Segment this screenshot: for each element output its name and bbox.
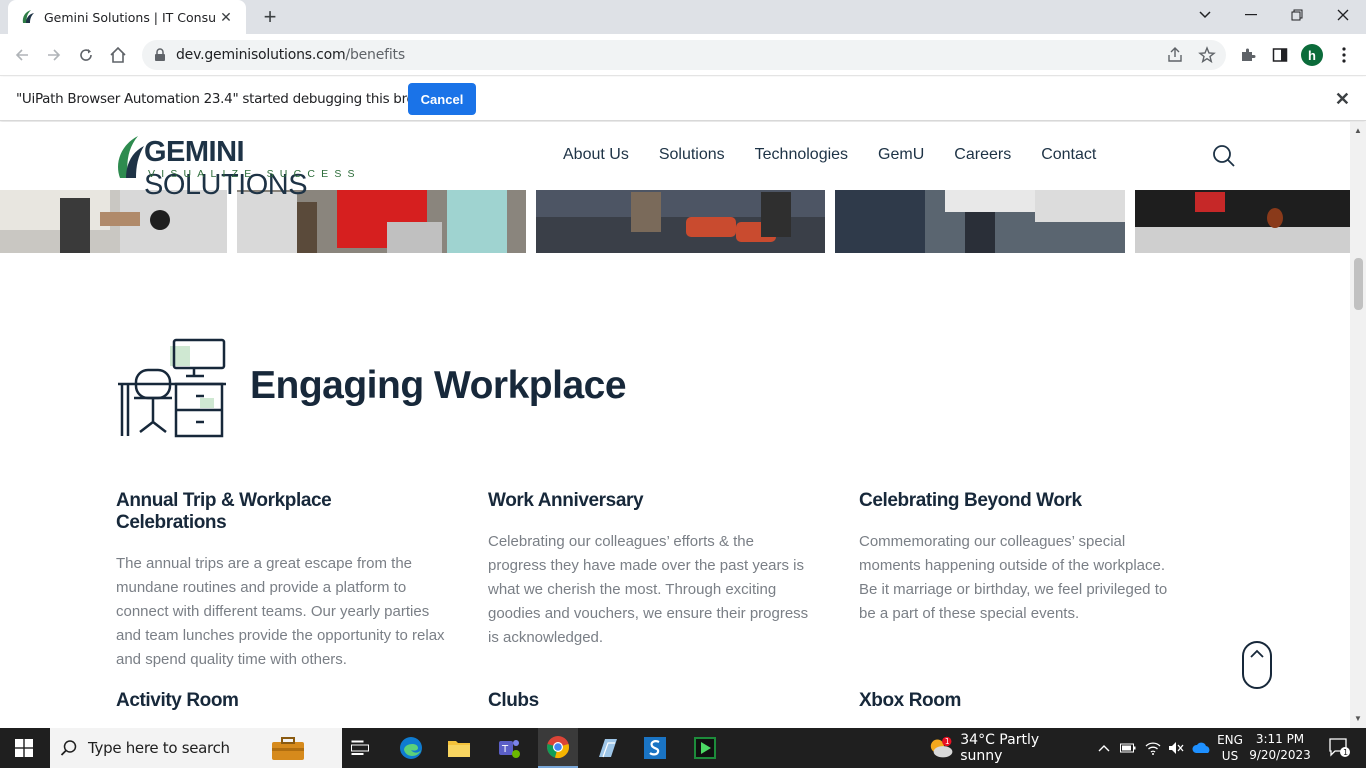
task-view-icon[interactable] [342, 728, 378, 768]
clock-date: 9/20/2023 [1249, 748, 1311, 762]
weather-widget[interactable]: 1 34°C Partly sunny [928, 728, 1078, 768]
browser-toolbar: dev.geminisolutions.com/benefits h [0, 34, 1366, 76]
share-icon[interactable] [1166, 46, 1184, 64]
scrollbar-thumb[interactable] [1354, 258, 1363, 310]
extensions-puzzle-icon[interactable] [1236, 43, 1260, 67]
svg-text:T: T [501, 744, 509, 755]
partly-sunny-icon: 1 [930, 736, 953, 758]
input-language-indicator[interactable]: ENG US [1214, 728, 1246, 768]
scroll-down-arrow-icon[interactable]: ▼ [1354, 714, 1362, 723]
nav-contact[interactable]: Contact [1041, 146, 1096, 164]
benefit-card-celebrating-beyond-work: Celebrating Beyond Work Commemorating ou… [859, 490, 1177, 626]
tab-close-icon[interactable]: ✕ [216, 7, 236, 27]
notification-center-icon[interactable]: 1 [1320, 728, 1360, 768]
taskbar-search-placeholder: Type here to search [88, 739, 230, 757]
site-header: GEMINI SOLUTIONS VISUALIZE SUCCESS About… [0, 122, 1350, 201]
infobar-message: "UiPath Browser Automation 23.4" started… [16, 91, 446, 107]
infobar-close-icon[interactable]: ✕ [1335, 89, 1350, 110]
chevron-up-icon [1250, 649, 1264, 658]
uipath-studio-icon[interactable] [636, 728, 674, 768]
logo-wordmark-primary: GEMINI [144, 136, 245, 168]
forward-arrow-icon[interactable] [42, 43, 66, 67]
side-panel-icon[interactable] [1268, 43, 1292, 67]
benefit-card-heading: Celebrating Beyond Work [859, 490, 1082, 511]
benefit-card-heading: Work Anniversary [488, 490, 644, 511]
teams-icon[interactable]: T [490, 728, 528, 768]
nav-gemu[interactable]: GemU [878, 146, 924, 164]
window-close-icon[interactable] [1320, 0, 1366, 30]
page-scrollbar[interactable]: ▲ ▼ [1350, 122, 1366, 728]
profile-avatar[interactable]: h [1300, 43, 1324, 67]
tab-search-chevron-icon[interactable] [1182, 0, 1228, 30]
taskbar-search-box[interactable]: Type here to search [50, 728, 342, 768]
new-tab-button[interactable]: + [256, 4, 284, 29]
main-nav: About Us Solutions Technologies GemU Car… [548, 146, 1111, 164]
benefit-heading-xbox-room: Xbox Room [859, 690, 961, 711]
nav-technologies[interactable]: Technologies [755, 146, 848, 164]
clock-time: 3:11 PM [1255, 732, 1305, 746]
windows-start-icon[interactable] [0, 728, 48, 768]
chrome-taskbar-icon[interactable] [538, 728, 578, 768]
weather-badge: 1 [945, 737, 950, 746]
taskbar-clock[interactable]: 3:11 PM 9/20/2023 [1248, 731, 1312, 763]
lock-icon[interactable] [154, 48, 166, 62]
site-search-icon[interactable] [1212, 144, 1236, 168]
browser-tab-active[interactable]: Gemini Solutions | IT Consulting ✕ [8, 0, 246, 34]
show-hidden-icons-chevron-icon[interactable] [1094, 728, 1114, 768]
nav-about-us[interactable]: About Us [563, 146, 629, 164]
restore-icon[interactable] [1274, 0, 1320, 30]
edge-browser-icon[interactable] [392, 728, 430, 768]
url-domain: dev.geminisolutions.com [176, 47, 346, 63]
briefcase-highlight-icon [271, 737, 304, 760]
language-code: ENG [1217, 733, 1243, 747]
benefit-heading-clubs: Clubs [488, 690, 539, 711]
onedrive-cloud-icon[interactable] [1190, 728, 1214, 768]
battery-icon[interactable] [1118, 728, 1138, 768]
scroll-to-top-button[interactable] [1242, 641, 1272, 689]
keyboard-layout: US [1221, 749, 1239, 763]
notes-app-icon[interactable] [588, 728, 626, 768]
benefit-heading-activity-room: Activity Room [116, 690, 239, 711]
back-arrow-icon[interactable] [10, 43, 34, 67]
web-page: GEMINI SOLUTIONS VISUALIZE SUCCESS About… [0, 122, 1350, 728]
benefit-card-work-anniversary: Work Anniversary Celebrating our colleag… [488, 490, 810, 650]
section-title: Engaging Workplace [250, 364, 627, 407]
chrome-menu-icon[interactable] [1332, 43, 1356, 67]
search-icon [60, 740, 77, 756]
uipath-assistant-icon[interactable] [686, 728, 724, 768]
minimize-icon[interactable] [1228, 0, 1274, 30]
nav-solutions[interactable]: Solutions [659, 146, 725, 164]
profile-initial: h [1301, 44, 1323, 66]
window-controls [1182, 0, 1366, 34]
file-explorer-icon[interactable] [440, 728, 478, 768]
debugging-infobar: "UiPath Browser Automation 23.4" started… [0, 77, 1366, 121]
scroll-up-arrow-icon[interactable]: ▲ [1354, 126, 1362, 135]
home-icon[interactable] [106, 43, 130, 67]
notification-count: 1 [1343, 748, 1348, 757]
tab-title: Gemini Solutions | IT Consulting [44, 9, 216, 25]
weather-text: 34°C Partly sunny [960, 732, 1040, 764]
logo-tagline: VISUALIZE SUCCESS [148, 168, 361, 180]
gemini-favicon-icon [22, 10, 34, 23]
cancel-debugging-button[interactable]: Cancel [408, 83, 476, 115]
benefit-card-annual-trip: Annual Trip & Workplace Celebrations The… [116, 490, 446, 672]
bookmark-star-icon[interactable] [1198, 46, 1216, 64]
address-bar[interactable]: dev.geminisolutions.com/benefits [142, 40, 1226, 70]
benefit-card-body: The annual trips are a great escape from… [116, 555, 445, 668]
benefit-card-body: Commemorating our colleagues’ special mo… [859, 533, 1168, 622]
gemini-leaf-logo-icon [118, 136, 144, 178]
gemini-solutions-logo[interactable]: GEMINI SOLUTIONS VISUALIZE SUCCESS [116, 132, 370, 201]
url-path: /benefits [345, 47, 405, 63]
nav-careers[interactable]: Careers [954, 146, 1011, 164]
benefit-card-heading: Annual Trip & Workplace Celebrations [116, 490, 332, 533]
workstation-desk-icon [118, 338, 226, 438]
reload-icon[interactable] [74, 43, 98, 67]
speaker-muted-icon[interactable] [1166, 728, 1186, 768]
url-text: dev.geminisolutions.com/benefits [176, 47, 405, 63]
browser-tab-strip: Gemini Solutions | IT Consulting ✕ + [0, 0, 1366, 34]
benefit-card-body: Celebrating our colleagues’ efforts & th… [488, 533, 809, 646]
windows-taskbar: Type here to search T 1 34°C Partly sunn… [0, 728, 1366, 768]
wifi-icon[interactable] [1142, 728, 1164, 768]
